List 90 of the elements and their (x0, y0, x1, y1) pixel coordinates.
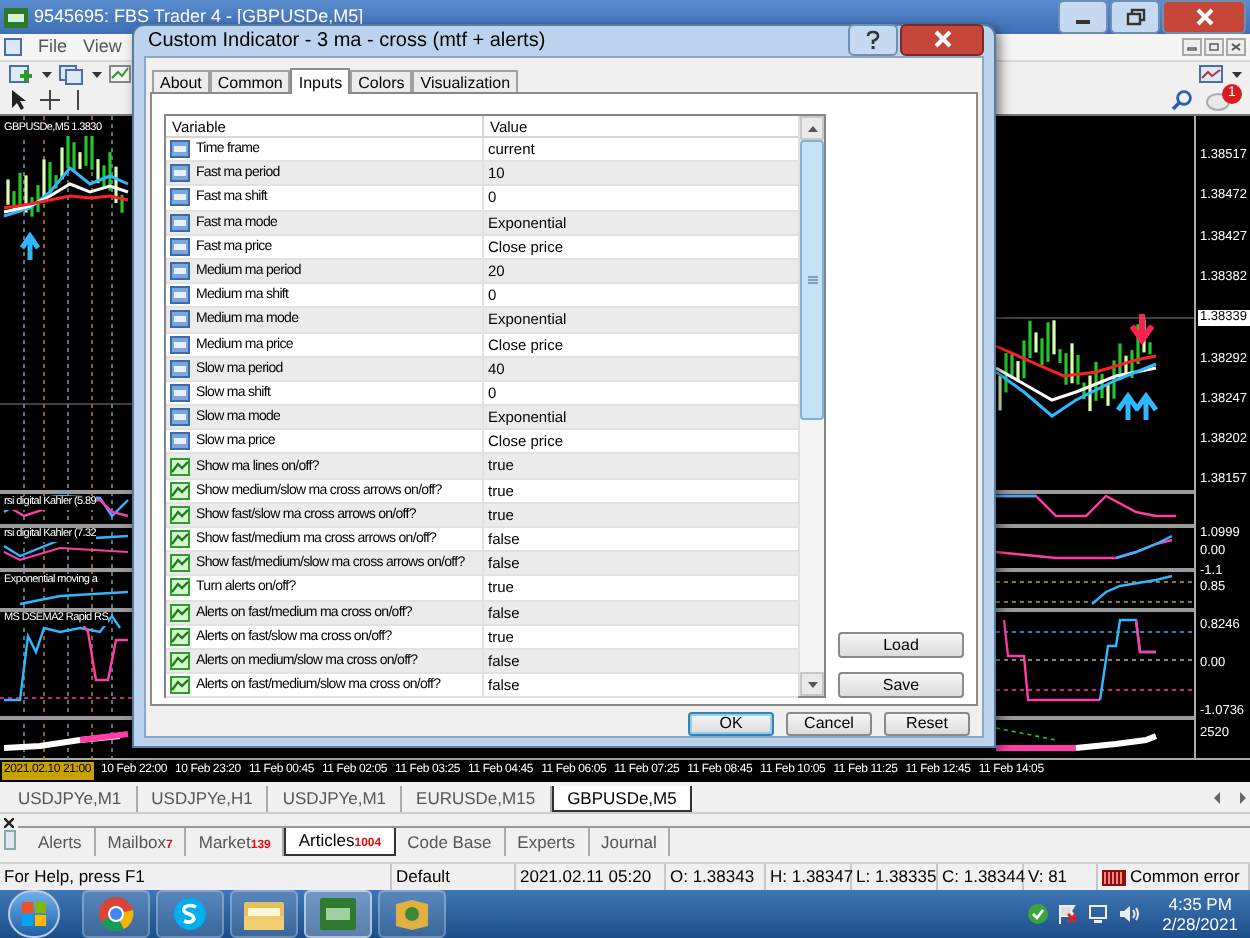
dialog-tab[interactable]: Inputs (290, 68, 351, 94)
status-text: For Help, press F1 (4, 864, 145, 890)
dialog-tab[interactable]: Visualization (412, 70, 519, 92)
restore-button[interactable] (1110, 0, 1160, 34)
windows-logo-icon (22, 901, 46, 926)
indicator-line (996, 727, 1057, 741)
minimize-button[interactable] (1058, 0, 1108, 34)
line-chart-icon (170, 530, 190, 549)
line-chart-icon (170, 457, 190, 476)
terminal-tab[interactable]: Journal (589, 828, 671, 857)
taskbar-app[interactable] (82, 889, 150, 938)
terminal-tab[interactable]: Experts (505, 828, 589, 857)
clock-time: 4:35 PM (1168, 893, 1232, 914)
close-icon (933, 30, 951, 48)
vertical-line-icon[interactable] (72, 88, 84, 113)
help-button[interactable] (848, 23, 898, 55)
help-icon (866, 29, 880, 49)
up-arrow-icon (19, 231, 41, 263)
app-logo-icon (4, 7, 28, 27)
terminal-tab[interactable]: Alerts (26, 828, 96, 857)
scrollbar[interactable] (798, 116, 824, 696)
clock-date: 2/28/2021 (1162, 913, 1238, 934)
status-text: C: 1.38344 (942, 864, 1026, 890)
taskbar-app[interactable] (156, 889, 224, 938)
taskbar-app[interactable] (378, 889, 446, 938)
close-icon[interactable] (4, 818, 14, 829)
restore-icon[interactable] (1204, 38, 1224, 56)
scroll-arrows-icon[interactable] (1210, 788, 1250, 809)
line-chart-icon (170, 676, 190, 695)
menu-item[interactable]: View (83, 33, 122, 61)
menu-item[interactable]: File (38, 33, 68, 61)
dialog-button[interactable]: OK (688, 712, 774, 736)
dialog-button[interactable]: Reset (884, 712, 970, 736)
taskbar-app[interactable] (304, 889, 372, 938)
new-chart-icon[interactable] (8, 62, 36, 87)
profiles-icon[interactable] (58, 62, 86, 87)
search-icon[interactable] (1170, 88, 1194, 113)
taskbar-app[interactable] (230, 889, 298, 938)
cursor-icon[interactable] (8, 88, 28, 113)
check-shield-icon[interactable] (1028, 903, 1049, 924)
indicator-line (1091, 574, 1173, 605)
dialog-button[interactable]: Cancel (786, 712, 872, 736)
terminal-tab[interactable]: Code Base (395, 828, 506, 857)
status-text: Default (396, 864, 450, 890)
side-button[interactable]: Load (838, 632, 964, 658)
chart-tab[interactable]: GBPUSDe,M5 (551, 786, 693, 813)
close-icon[interactable] (1226, 38, 1246, 56)
up-arrow-icon (807, 125, 817, 131)
line-chart-icon (170, 652, 190, 671)
line-chart-icon (170, 603, 190, 622)
restore-icon (1125, 8, 1145, 26)
line-chart-icon (170, 481, 190, 500)
chart-icon[interactable] (1198, 62, 1226, 87)
close-button[interactable] (1162, 0, 1246, 34)
status-text: H: 1.38347 (770, 864, 854, 890)
dialog-tab[interactable]: About (152, 70, 210, 92)
speaker-icon[interactable] (1118, 903, 1141, 924)
chat-app-icon (172, 895, 208, 932)
minimize-icon[interactable] (1182, 38, 1202, 56)
grip-icon (807, 276, 817, 284)
dialog-title: Custom Indicator - 3 ma - cross (mtf + alerts) (148, 28, 546, 56)
dialog-tab[interactable]: Common (209, 70, 291, 92)
double-up-arrow-icon (1115, 391, 1159, 423)
side-button[interactable]: Save (838, 672, 964, 698)
app-logo-icon (320, 897, 356, 930)
line-chart-icon (170, 627, 190, 646)
down-arrow-icon (1129, 311, 1155, 346)
network-icon[interactable] (1088, 903, 1109, 924)
crosshair-icon[interactable] (40, 88, 60, 113)
browser-icon (98, 895, 134, 932)
chart-icon[interactable] (108, 62, 136, 87)
down-arrow-icon (807, 681, 817, 687)
status-text: V: 81 (1028, 864, 1068, 890)
window-title: 9545695: FBS Trader 4 - [GBPUSDe,M5] (34, 3, 364, 30)
connection-bars-icon (1102, 869, 1126, 886)
dialog-tab[interactable]: Colors (350, 70, 413, 92)
close-icon (1195, 8, 1213, 26)
document-icon[interactable] (4, 38, 22, 56)
flag-icon[interactable] (1058, 903, 1079, 924)
folder-icon (244, 897, 284, 930)
start-button[interactable] (8, 889, 60, 938)
close-button[interactable] (900, 23, 984, 55)
line-chart-icon (170, 578, 190, 597)
line-chart-icon (170, 554, 190, 573)
status-text: O: 1.38343 (670, 864, 755, 890)
status-text: L: 1.38335 (856, 864, 937, 890)
indicator-line (19, 590, 129, 606)
line-chart-icon (170, 505, 190, 524)
status-text: Common error (1130, 864, 1240, 890)
status-text: 2021.02.11 05:20 (520, 864, 652, 890)
